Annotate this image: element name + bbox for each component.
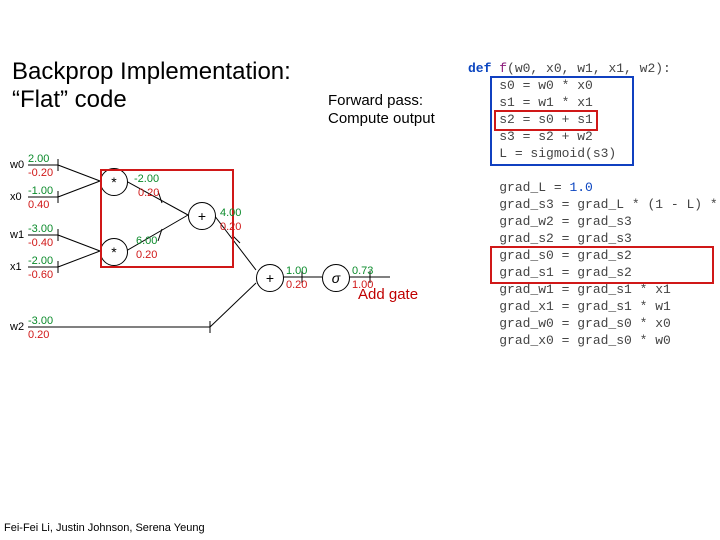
w2-back: 0.20 [28,329,49,341]
node-sigma-op: σ [332,270,340,286]
highlight-grad-s0-s1 [490,246,714,284]
graph-edges [10,155,460,355]
var-x0: x0 [10,191,22,203]
m2-fwd: 6.00 [136,235,157,247]
w1-back: -0.40 [28,237,53,249]
w1-fwd: -3.00 [28,223,53,235]
footer-text: Fei-Fei Li, Justin Johnson, Serena Yeung [4,522,205,534]
code-gs2: grad_s2 = grad_s3 [499,231,632,246]
x0-back: 0.40 [28,199,49,211]
code-gs3: grad_s3 = grad_L * (1 - L) * L [499,197,720,212]
code-gL-val: 1.0 [569,180,592,195]
computation-graph: * * + + σ w0 x0 w1 x1 w2 2.00 -0.20 -1.0… [10,155,460,355]
slide-footer: Fei-Fei Li, Justin Johnson, Serena Yeung [4,522,205,534]
slide-title: Backprop Implementation: “Flat” code [12,58,291,113]
code-gx0: grad_x0 = grad_s0 * w0 [499,333,671,348]
node-sigma: σ [322,264,350,292]
var-x1: x1 [10,261,22,273]
title-line2: “Flat” code [12,86,127,113]
code-fn-name: f [499,61,507,76]
code-gx1: grad_x1 = grad_s1 * w1 [499,299,671,314]
x0-fwd: -1.00 [28,185,53,197]
a2-fwd: 1.00 [286,265,307,277]
forward-pass-line1: Forward pass: [328,92,423,109]
a1-back: 0.20 [220,221,241,233]
var-w2: w2 [10,321,24,333]
slide: { "title_line1": "Backprop Implementatio… [0,0,720,540]
w0-back: -0.20 [28,167,53,179]
code-gw0: grad_w0 = grad_s0 * x0 [499,316,671,331]
sig-back: 1.00 [352,279,373,291]
x1-fwd: -2.00 [28,255,53,267]
node-add-2-op: + [266,270,274,286]
highlight-add-gate [100,169,234,268]
code-def-kw: def [468,61,491,76]
forward-pass-line2: Compute output [328,110,435,127]
title-line1: Backprop Implementation: [12,58,291,85]
highlight-s2-line [494,110,598,131]
code-gw2: grad_w2 = grad_s3 [499,214,632,229]
w0-fwd: 2.00 [28,153,49,165]
a1-fwd: 4.00 [220,207,241,219]
sig-fwd: 0.73 [352,265,373,277]
m1-back: 0.20 [138,187,159,199]
m1-fwd: -2.00 [134,173,159,185]
var-w0: w0 [10,159,24,171]
a2-back: 0.20 [286,279,307,291]
w2-fwd: -3.00 [28,315,53,327]
var-w1: w1 [10,229,24,241]
code-gw1: grad_w1 = grad_s1 * x1 [499,282,671,297]
m2-back: 0.20 [136,249,157,261]
x1-back: -0.60 [28,269,53,281]
node-add-2: + [256,264,284,292]
code-fn-args: (w0, x0, w1, x1, w2): [507,61,671,76]
code-gL-lhs: grad_L = [499,180,569,195]
forward-pass-label: Forward pass: Compute output [328,92,435,128]
